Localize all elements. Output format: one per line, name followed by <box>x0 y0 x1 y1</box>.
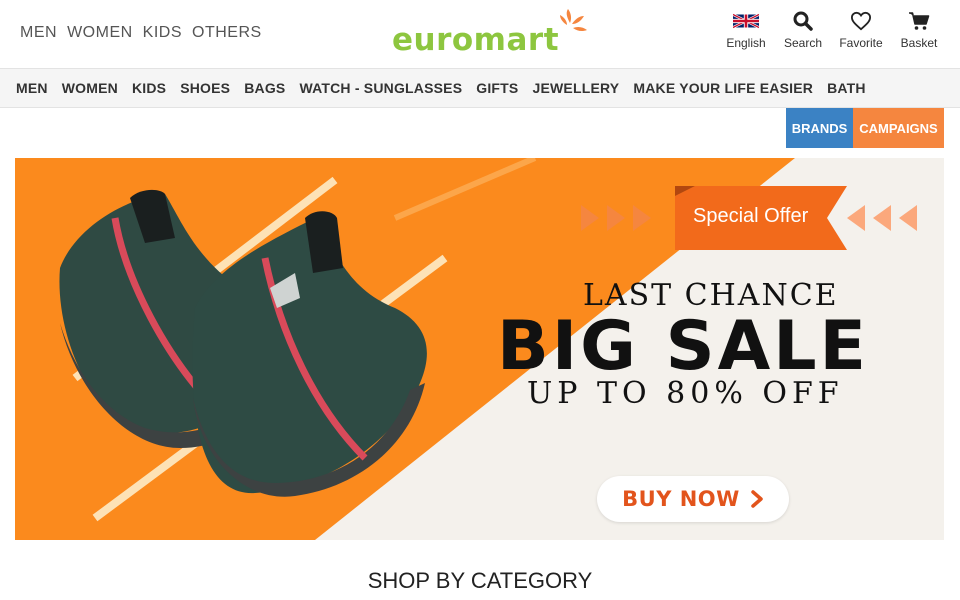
nav-item-shoes[interactable]: SHOES <box>180 80 230 96</box>
heart-icon <box>850 10 872 32</box>
top-link-women[interactable]: WOMEN <box>67 24 133 42</box>
banner-discount-text: UP TO 80% OFF <box>527 376 844 411</box>
top-links: MEN WOMEN KIDS OTHERS <box>20 24 262 42</box>
favorite-label: Favorite <box>839 36 883 50</box>
language-label: English <box>726 36 766 50</box>
cart-icon <box>908 10 930 32</box>
language-selector[interactable]: English <box>718 10 774 50</box>
logo[interactable]: euromart <box>390 8 595 60</box>
header-actions: English Search Favorite Basket <box>718 10 948 50</box>
campaigns-button[interactable]: CAMPAIGNS <box>853 108 944 148</box>
shop-by-category-title: SHOP BY CATEGORY <box>367 568 593 593</box>
buy-now-button[interactable]: BUY NOW <box>597 476 789 522</box>
favorite-button[interactable]: Favorite <box>832 10 890 50</box>
logo-text: euromart <box>392 22 560 58</box>
search-label: Search <box>783 36 823 50</box>
special-offer-text: Special Offer <box>693 205 809 227</box>
search-icon <box>793 10 813 32</box>
nav-item-make-your-life-easier[interactable]: MAKE YOUR LIFE EASIER <box>633 80 813 96</box>
top-link-kids[interactable]: KIDS <box>143 24 182 42</box>
nav-item-bags[interactable]: BAGS <box>244 80 285 96</box>
search-button[interactable]: Search <box>774 10 832 50</box>
top-header: MEN WOMEN KIDS OTHERS euromart English S… <box>0 0 960 68</box>
promo-banner[interactable]: Special Offer LAST CHANCE BIG SALE UP TO… <box>15 158 944 540</box>
banner-big-sale: BIG SALE <box>497 307 870 386</box>
nav-item-gifts[interactable]: GIFTS <box>476 80 518 96</box>
nav-item-watch-sunglasses[interactable]: WATCH - SUNGLASSES <box>299 80 462 96</box>
nav-item-bath[interactable]: BATH <box>827 80 866 96</box>
nav-item-kids[interactable]: KIDS <box>132 80 166 96</box>
chevron-right-icon <box>751 490 763 508</box>
basket-label: Basket <box>900 36 938 50</box>
buy-now-label: BUY NOW <box>622 487 740 511</box>
uk-flag-icon <box>733 10 759 32</box>
left-arrows-icon <box>581 205 651 231</box>
basket-button[interactable]: Basket <box>890 10 948 50</box>
nav-item-women[interactable]: WOMEN <box>62 80 118 96</box>
category-nav: MEN WOMEN KIDS SHOES BAGS WATCH - SUNGLA… <box>0 68 960 108</box>
right-arrows-icon <box>847 205 917 231</box>
nav-item-jewellery[interactable]: JEWELLERY <box>532 80 619 96</box>
top-link-others[interactable]: OTHERS <box>192 24 262 42</box>
nav-item-men[interactable]: MEN <box>16 80 48 96</box>
brands-button[interactable]: BRANDS <box>786 108 853 148</box>
top-link-men[interactable]: MEN <box>20 24 57 42</box>
